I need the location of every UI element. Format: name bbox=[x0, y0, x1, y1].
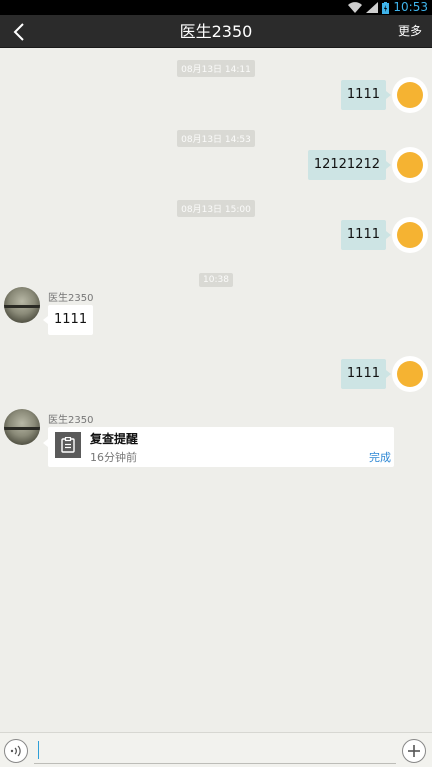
followup-reminder-card[interactable]: 复查提醒 16分钟前 完成 bbox=[43, 427, 394, 467]
attach-button[interactable] bbox=[402, 739, 426, 763]
self-avatar[interactable] bbox=[392, 356, 428, 392]
outgoing-bubble[interactable]: 12121212 bbox=[307, 150, 392, 180]
battery-icon bbox=[382, 1, 390, 14]
outgoing-bubble[interactable]: 1111 bbox=[340, 80, 392, 110]
self-avatar[interactable] bbox=[392, 217, 428, 253]
plus-icon bbox=[408, 745, 420, 757]
complete-button[interactable]: 完成 bbox=[369, 449, 391, 465]
card-time: 16分钟前 bbox=[90, 451, 137, 464]
doctor-avatar[interactable] bbox=[4, 409, 40, 445]
message-input[interactable] bbox=[34, 738, 396, 764]
voice-button[interactable] bbox=[4, 739, 28, 763]
chat-area[interactable]: 08月13日 14:11 1111 08月13日 14:53 12121212 … bbox=[0, 49, 432, 732]
doctor-avatar[interactable] bbox=[4, 287, 40, 323]
signal-icon bbox=[366, 2, 379, 13]
outgoing-bubble[interactable]: 1111 bbox=[340, 359, 392, 389]
header-bar: 医生2350 更多 bbox=[0, 15, 432, 48]
outgoing-message: 1111 bbox=[0, 77, 432, 113]
text-cursor bbox=[38, 741, 39, 759]
message-timestamp: 08月13日 15:00 bbox=[0, 197, 432, 217]
more-button[interactable]: 更多 bbox=[398, 15, 422, 48]
message-timestamp: 10:38 bbox=[0, 267, 432, 287]
card-title: 复查提醒 bbox=[90, 432, 139, 446]
outgoing-message: 1111 bbox=[0, 356, 432, 392]
page-title: 医生2350 bbox=[179, 22, 253, 41]
status-bar: 10:53 bbox=[0, 0, 432, 15]
incoming-bubble[interactable]: 1111 bbox=[42, 305, 94, 335]
wifi-icon bbox=[348, 2, 363, 13]
outgoing-message: 12121212 bbox=[0, 147, 432, 183]
input-bar bbox=[0, 732, 432, 767]
clipboard-icon bbox=[55, 432, 81, 458]
self-avatar[interactable] bbox=[392, 147, 428, 183]
self-avatar[interactable] bbox=[392, 77, 428, 113]
message-timestamp: 08月13日 14:11 bbox=[0, 57, 432, 77]
sender-name: 医生2350 bbox=[48, 293, 94, 304]
sender-name: 医生2350 bbox=[48, 415, 94, 426]
message-timestamp: 08月13日 14:53 bbox=[0, 127, 432, 147]
outgoing-bubble[interactable]: 1111 bbox=[340, 220, 392, 250]
voice-icon bbox=[10, 745, 21, 757]
outgoing-message: 1111 bbox=[0, 217, 432, 253]
status-time: 10:53 bbox=[393, 0, 428, 14]
